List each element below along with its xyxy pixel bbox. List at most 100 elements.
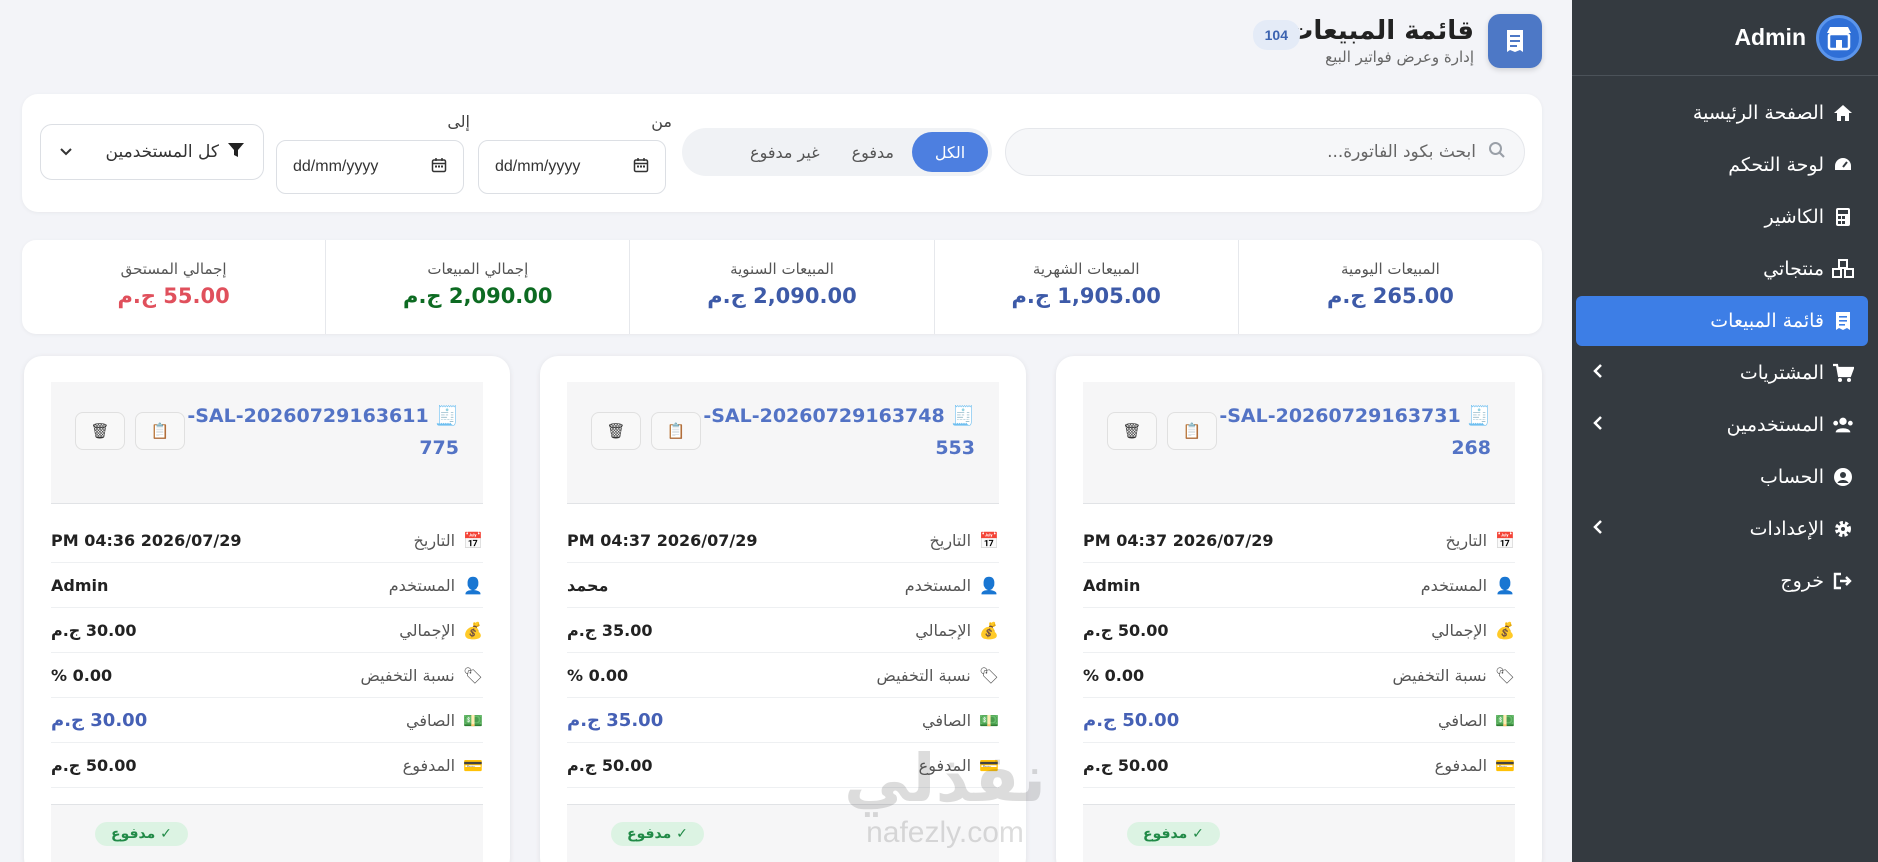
sidebar-item-label: لوحة التحكم [1728, 154, 1824, 176]
row-value: 30.00 ج.م [51, 620, 137, 640]
row-label: الإجمالي [1431, 620, 1488, 640]
sidebar-item-users[interactable]: المستخدمين [1576, 400, 1868, 450]
row-label: التاريخ [1445, 530, 1488, 550]
row-value: 0.00 % [51, 665, 113, 685]
details-button[interactable]: 📋 [135, 412, 185, 450]
stat-label: المبيعات الشهرية [1032, 260, 1140, 278]
calendar-icon [633, 157, 649, 178]
stat-yearly-sales: المبيعات السنوية 2,090.00 ج.م [629, 240, 933, 334]
row-value: PM 04:36 2026/07/29 [51, 530, 242, 550]
row-value: 50.00 ج.م [1083, 755, 1169, 775]
tab-unpaid[interactable]: غير مدفوع [736, 132, 834, 172]
store-icon [1816, 14, 1862, 61]
sidebar-item-cashier[interactable]: الكاشير [1576, 192, 1868, 242]
brand[interactable]: Admin [1572, 0, 1878, 76]
row-value: 30.00 ج.م [51, 709, 148, 731]
page-subtitle: إدارة وعرض فواتير البيع [1325, 48, 1474, 66]
row-user: 👤 المستخدم محمد [567, 563, 999, 608]
cubes-icon [1832, 258, 1854, 280]
stat-monthly-sales: المبيعات الشهرية 1,905.00 ج.م [933, 240, 1238, 334]
stat-value: 2,090.00 ج.م [403, 284, 553, 308]
sidebar-item-home[interactable]: الصفحة الرئيسية [1576, 88, 1868, 138]
invoice-code[interactable]: 🧾 SAL-20260729163748- 553 [701, 400, 975, 503]
stat-label: إجمالي المبيعات [427, 260, 529, 278]
sidebar-item-label: قائمة المبيعات [1710, 310, 1824, 332]
calendar-icon [431, 157, 447, 178]
stats-bar: المبيعات اليومية 265.00 ج.م المبيعات الش… [22, 240, 1542, 334]
chevron-left-icon [1592, 518, 1604, 540]
tab-paid[interactable]: مدفوع [838, 132, 908, 172]
sidebar-item-products[interactable]: منتجاتي [1576, 244, 1868, 294]
status-filter: الكل مدفوع غير مدفوع [682, 128, 992, 176]
row-label: المستخدم [904, 575, 972, 595]
row-value: Admin [51, 575, 109, 595]
cash-icon: 💵 [1495, 710, 1515, 730]
details-button[interactable]: 📋 [651, 412, 701, 450]
row-date: 📅 التاريخ PM 04:36 2026/07/29 [51, 518, 483, 563]
invoice-code-line2: 553 [935, 437, 975, 459]
user-filter-select[interactable]: كل المستخدمين [40, 124, 264, 180]
from-date-field[interactable]: dd/mm/yyyy [478, 140, 666, 194]
to-date-field[interactable]: dd/mm/yyyy [276, 140, 464, 194]
stat-label: المبيعات السنوية [730, 260, 834, 278]
row-label: نسبة التخفيض [876, 665, 971, 685]
search-input[interactable] [1024, 142, 1476, 162]
chevron-left-icon [1592, 414, 1604, 436]
row-net: 💵 الصافي 35.00 ج.م [567, 698, 999, 743]
tag-icon: 🏷 [462, 665, 483, 685]
invoice-card-footer: ✓ مدفوع [1083, 804, 1515, 862]
clipboard-icon: 📋 [150, 422, 170, 440]
invoice-code[interactable]: 🧾 SAL-20260729163611- 775 [185, 400, 459, 503]
row-discount: 🏷 نسبة التخفيض 0.00 % [1083, 653, 1515, 698]
from-label: من [651, 112, 672, 131]
sidebar-nav: الصفحة الرئيسية لوحة التحكم الكاشير منتج… [1572, 76, 1878, 606]
invoice-card: 🧾 SAL-20260729163748- 553 🗑 📋 📅 التاريخ P… [540, 356, 1026, 862]
row-date: 📅 التاريخ PM 04:37 2026/07/29 [1083, 518, 1515, 563]
credit-card-icon: 💳 [979, 755, 999, 775]
row-value: 35.00 ج.م [567, 620, 653, 640]
invoice-code-line2: 775 [419, 437, 459, 459]
tab-all[interactable]: الكل [912, 132, 988, 172]
sidebar-item-logout[interactable]: خروج [1576, 556, 1868, 606]
row-value: 50.00 ج.م [567, 755, 653, 775]
user-icon: 👤 [1495, 575, 1515, 595]
user-filter-value: كل المستخدمين [105, 142, 219, 162]
row-paid: 💳 المدفوع 50.00 ج.م [567, 743, 999, 788]
row-value: 0.00 % [1083, 665, 1145, 685]
to-label: إلى [447, 112, 470, 131]
sidebar-item-label: المشتريات [1739, 362, 1824, 384]
sidebar-item-settings[interactable]: الإعدادات [1576, 504, 1868, 554]
gear-icon [1832, 518, 1854, 540]
row-label: المدفوع [918, 755, 972, 775]
chevron-down-icon [59, 142, 73, 162]
invoice-code[interactable]: 🧾 SAL-20260729163731- 268 [1217, 400, 1491, 503]
credit-card-icon: 💳 [1495, 755, 1515, 775]
row-label: الإجمالي [915, 620, 972, 640]
user-icon: 👤 [979, 575, 999, 595]
count-badge: 104 [1252, 20, 1300, 50]
row-label: المدفوع [402, 755, 456, 775]
sidebar-item-sales-list[interactable]: قائمة المبيعات [1576, 296, 1868, 346]
invoice-card-header: 🧾 SAL-20260729163748- 553 🗑 📋 [567, 382, 999, 504]
sidebar-item-dashboard[interactable]: لوحة التحكم [1576, 140, 1868, 190]
delete-button[interactable]: 🗑 [591, 412, 641, 450]
row-total: 💰 الإجمالي 35.00 ج.م [567, 608, 999, 653]
row-label: المستخدم [1420, 575, 1488, 595]
sidebar-item-account[interactable]: الحساب [1576, 452, 1868, 502]
sidebar-item-purchases[interactable]: المشتريات [1576, 348, 1868, 398]
row-user: 👤 المستخدم Admin [1083, 563, 1515, 608]
calendar-icon: 📅 [1495, 530, 1515, 550]
user-icon: 👤 [463, 575, 483, 595]
receipt-icon [1832, 310, 1854, 332]
row-label: الصافي [1438, 710, 1488, 730]
search-box[interactable] [1005, 128, 1525, 176]
tag-icon: 🏷 [1494, 665, 1515, 685]
invoice-code-line1: SAL-20260729163731- [1219, 405, 1461, 427]
delete-button[interactable]: 🗑 [75, 412, 125, 450]
invoice-code-line2: 268 [1451, 437, 1491, 459]
status-badge: ✓ مدفوع [611, 821, 704, 846]
delete-button[interactable]: 🗑 [1107, 412, 1157, 450]
filter-panel: الكل مدفوع غير مدفوع من dd/mm/yyyy إلى d… [22, 94, 1542, 212]
details-button[interactable]: 📋 [1167, 412, 1217, 450]
row-value: 50.00 ج.م [1083, 620, 1169, 640]
